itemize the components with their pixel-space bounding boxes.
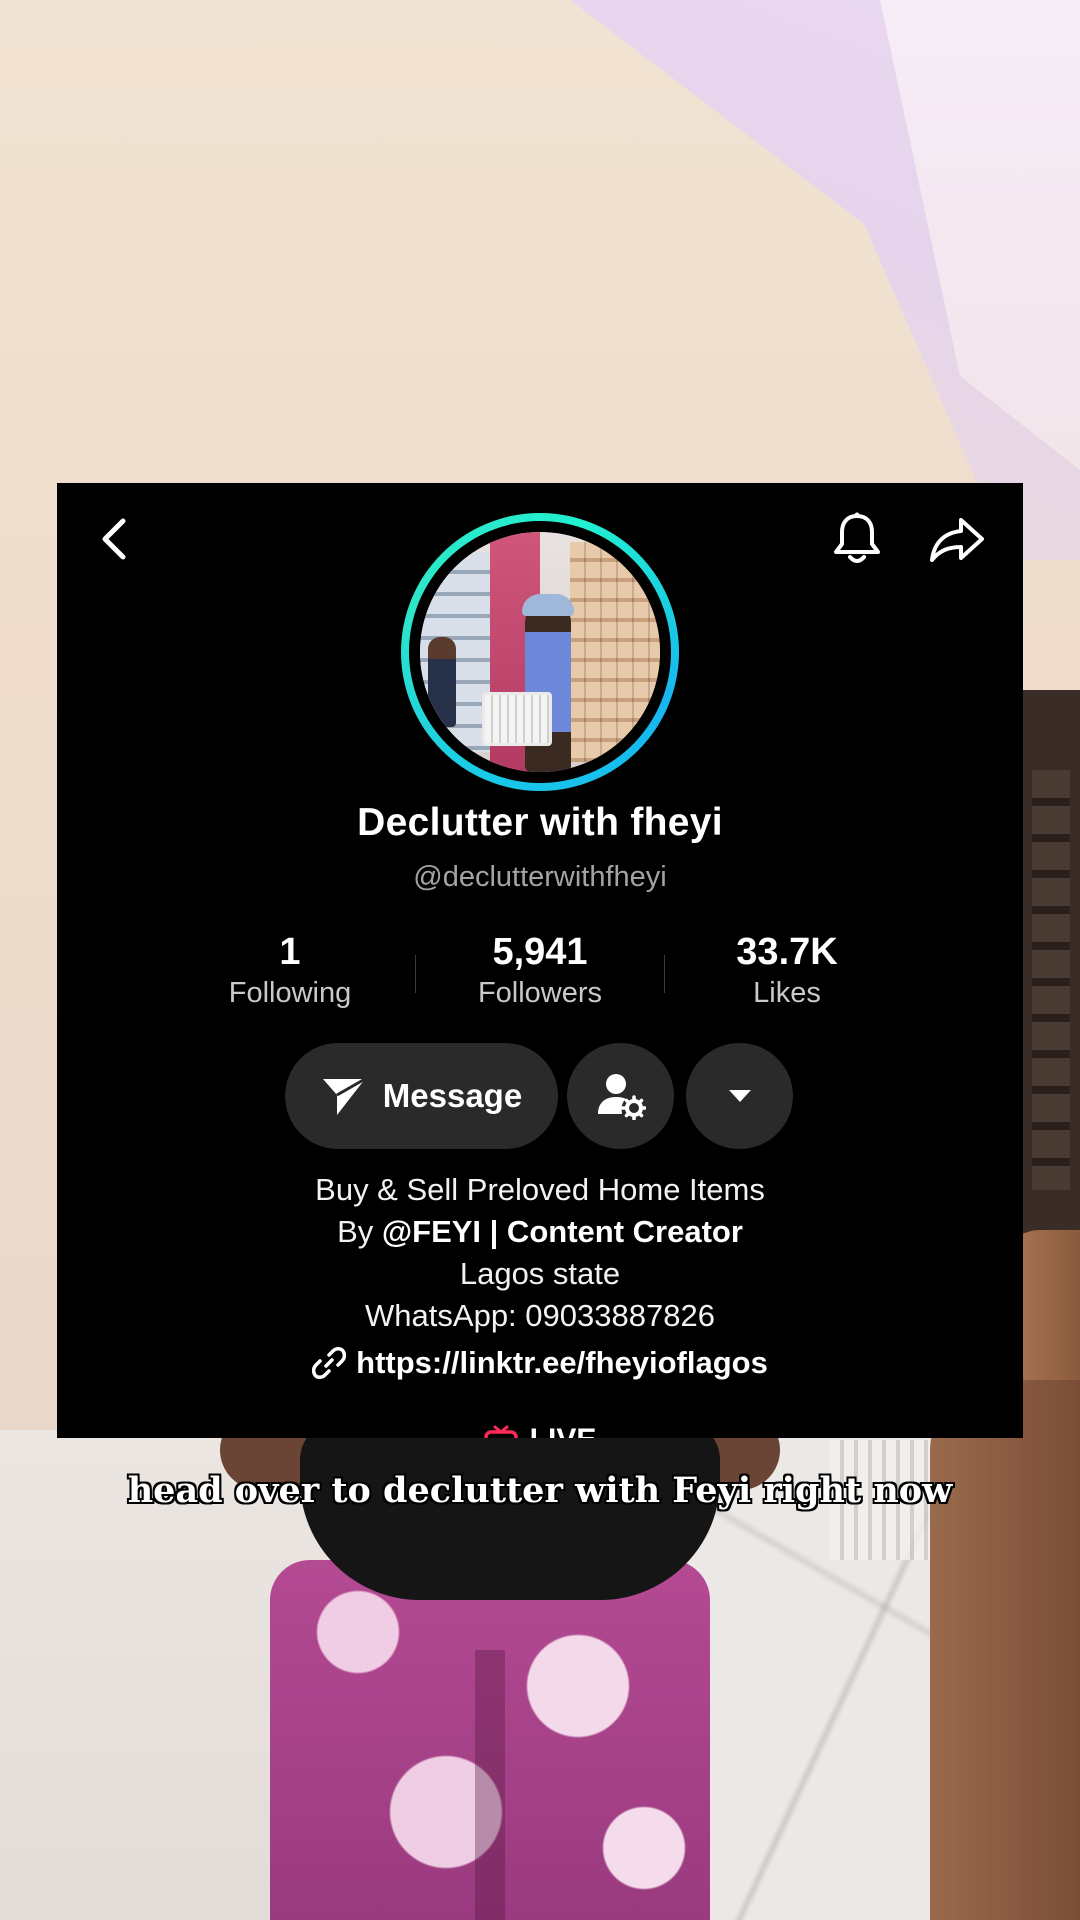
- bio-line: Buy & Sell Preloved Home Items: [315, 1172, 765, 1207]
- bio-by-prefix: By: [337, 1214, 382, 1249]
- avatar: [420, 532, 660, 772]
- share-button[interactable]: [925, 509, 989, 569]
- tv-icon: [483, 1425, 518, 1438]
- live-indicator[interactable]: LIVE: [57, 1423, 1023, 1438]
- live-label: LIVE: [530, 1423, 597, 1438]
- caret-down-icon: [728, 1090, 751, 1102]
- bio-creator-mention[interactable]: @FEYI | Content Creator: [382, 1214, 743, 1249]
- bio-line: Lagos state: [459, 1256, 621, 1291]
- message-button[interactable]: Message: [285, 1043, 558, 1149]
- profile-bio: Buy & Sell Preloved Home Items By @FEYI …: [57, 1169, 1023, 1337]
- paper-plane-icon: [322, 1077, 366, 1115]
- door-frame: [1022, 690, 1080, 1250]
- bell-icon: [834, 512, 880, 563]
- username-handle: @declutterwithfheyi: [413, 861, 667, 893]
- avatar-shopper: [428, 637, 456, 727]
- bio-link-url: https://linktr.ee/fheyioflagos: [356, 1345, 768, 1380]
- friend-settings-button[interactable]: [567, 1043, 674, 1149]
- bio-link[interactable]: https://linktr.ee/fheyioflagos: [57, 1345, 1023, 1381]
- profile-stats: 1 Following 5,941 Followers 33.7K Likes: [57, 931, 1023, 1021]
- display-name: Declutter with fheyi: [357, 801, 723, 844]
- stat-value: 5,941: [492, 931, 588, 973]
- avatar-hat: [522, 594, 574, 616]
- stat-label: Followers: [477, 977, 603, 1009]
- stat-followers[interactable]: 5,941 Followers: [440, 931, 640, 1010]
- video-caption: head over to declutter with Feyi right n…: [127, 1470, 953, 1511]
- avatar-story-ring[interactable]: [401, 513, 679, 791]
- avatar-basket: [482, 692, 552, 746]
- avatar-woman: [525, 602, 571, 772]
- message-button-label: Message: [382, 1077, 523, 1114]
- more-suggestions-button[interactable]: [686, 1043, 793, 1149]
- bio-line: By @FEYI | Content Creator: [57, 1211, 1023, 1253]
- person-pants: [270, 1560, 710, 1920]
- notification-bell-button[interactable]: [827, 507, 887, 571]
- back-button[interactable]: [87, 511, 143, 567]
- stat-label: Following: [228, 977, 352, 1009]
- stat-likes[interactable]: 33.7K Likes: [687, 931, 887, 1010]
- stat-following[interactable]: 1 Following: [190, 931, 390, 1010]
- chevron-left-icon: [102, 518, 126, 560]
- person-gear-icon: [597, 1074, 646, 1120]
- share-arrow-icon: [930, 518, 984, 562]
- profile-actions: Message: [57, 1041, 1023, 1151]
- stat-label: Likes: [753, 977, 821, 1009]
- bio-line: WhatsApp: 09033887826: [365, 1298, 715, 1333]
- avatar-gap: [409, 521, 671, 783]
- avatar-shelf-right: [570, 542, 660, 762]
- link-icon: [312, 1347, 347, 1379]
- profile-card: Declutter with fheyi @declutterwithfheyi…: [57, 483, 1023, 1438]
- stat-value: 1: [279, 931, 301, 973]
- stat-divider: [415, 955, 416, 993]
- stat-value: 33.7K: [736, 931, 838, 973]
- chair: [930, 1380, 1080, 1920]
- stat-divider: [664, 955, 665, 993]
